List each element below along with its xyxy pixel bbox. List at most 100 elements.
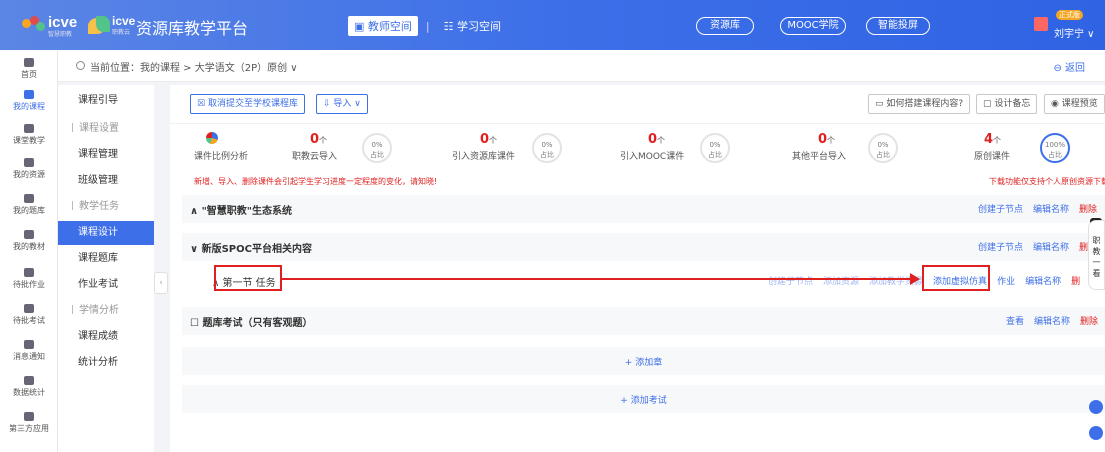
location-icon <box>76 61 85 70</box>
side-item-homework-exams[interactable]: 作业考试 <box>58 273 154 297</box>
how-to-build-button[interactable]: ▭ 如何搭建课程内容? <box>868 94 971 114</box>
nav-pending-homework[interactable]: 待批作业 <box>0 268 58 290</box>
resource-library-button[interactable]: 资源库 <box>696 17 754 35</box>
add-chapter-button[interactable]: + 添加章 <box>182 347 1105 375</box>
nav-resources[interactable]: 我的资源 <box>0 158 58 180</box>
annotation-arrow-line <box>282 278 912 280</box>
courseware-stats: 课件比例分析 0个 职教云导入 0% 占比 0个 引入资源库课件 0% 占比 0个 … <box>170 123 1105 171</box>
nav-statistics[interactable]: 数据统计 <box>0 376 58 398</box>
side-item-question-bank[interactable]: 课程题库 <box>58 247 154 271</box>
stat-ratio-ring: 0% 占比 <box>868 133 898 163</box>
stat-count: 4个 <box>984 132 1002 147</box>
side-group-course-settings: 课程设置 <box>58 117 154 141</box>
nav-messages[interactable]: 消息通知 <box>0 340 58 362</box>
stat-count: 0个 <box>818 132 836 147</box>
add-exam-button[interactable]: + 添加考试 <box>182 385 1105 413</box>
breadcrumb: 当前位置：我的课程 > 大学语文（2P）原创 ∨ ⊖ 返回 <box>58 50 1105 82</box>
side-item-course-design[interactable]: 课程设计 <box>58 221 154 245</box>
user-avatar[interactable] <box>1034 17 1048 31</box>
cloud-upload-icon[interactable] <box>1089 426 1103 440</box>
row-actions: 创建子节点 编辑名称 删除 <box>968 202 1097 215</box>
nav-classroom[interactable]: 课堂教学 <box>0 124 58 146</box>
stat-label: 引入MOOC课件 <box>620 152 685 162</box>
side-group-analytics: 学情分析 <box>58 299 154 323</box>
logo2-text: icve <box>112 14 136 28</box>
resource-icon <box>24 158 34 167</box>
side-item-class-management[interactable]: 班级管理 <box>58 169 154 193</box>
stat-count: 0个 <box>480 132 498 147</box>
course-side-nav: 课程引导 课程设置 课程管理 班级管理 教学任务 课程设计 课程题库 作业考试 … <box>58 85 154 452</box>
highlight-section-box <box>214 265 282 291</box>
create-child-node-link[interactable]: 创建子节点 <box>978 243 1023 253</box>
ratio-analysis-label[interactable]: 课件比例分析 <box>194 149 248 162</box>
delete-link[interactable]: 删 <box>1071 277 1080 287</box>
highlight-virtual-sim-box <box>922 265 990 291</box>
delete-link[interactable]: 删 <box>1079 243 1088 253</box>
question-bank-icon <box>24 194 34 203</box>
nav-pending-exams[interactable]: 待批考试 <box>0 304 58 326</box>
stat-count: 0个 <box>310 132 328 147</box>
nav-third-party-apps[interactable]: 第三方应用 <box>0 412 58 434</box>
side-item-course-management[interactable]: 课程管理 <box>58 143 154 167</box>
course-icon <box>24 90 34 99</box>
breadcrumb-text[interactable]: 当前位置：我的课程 > 大学语文（2P）原创 ∨ <box>90 59 298 74</box>
homework-icon <box>24 268 34 277</box>
chapter-row[interactable]: ∧ "智慧职教"生态系统 创建子节点 编辑名称 删除 <box>182 195 1105 223</box>
side-item-stats-analysis[interactable]: 统计分析 <box>58 351 154 375</box>
edit-name-link[interactable]: 编辑名称 <box>1033 205 1069 215</box>
side-item-grades[interactable]: 课程成绩 <box>58 325 154 349</box>
edit-name-link[interactable]: 编辑名称 <box>1033 243 1069 253</box>
stat-label: 原创课件 <box>974 152 1011 162</box>
classroom-icon <box>24 124 34 133</box>
design-notes-button[interactable]: ▢ 设计备忘 <box>976 94 1038 114</box>
tab-teacher-space[interactable]: ▣ 教师空间 <box>348 16 418 36</box>
nav-question-bank[interactable]: 我的题库 <box>0 194 58 216</box>
tab-study-space[interactable]: ☷ 学习空间 <box>438 16 507 36</box>
exam-row[interactable]: ☐ 题库考试（只有客观题） 查看 编辑名称 删除 <box>182 307 1105 335</box>
view-link[interactable]: 查看 <box>1006 317 1024 327</box>
textbook-icon <box>24 230 34 239</box>
back-link[interactable]: ⊖ 返回 <box>1053 59 1085 74</box>
edit-name-link[interactable]: 编辑名称 <box>1034 317 1070 327</box>
annotation-arrow-head <box>910 273 920 285</box>
chapter-title[interactable]: ∧ "智慧职教"生态系统 <box>190 202 292 217</box>
delete-link[interactable]: 删除 <box>1079 205 1097 215</box>
course-preview-button[interactable]: ◉ 课程预览 <box>1044 94 1105 114</box>
add-exam-label: + 添加考试 <box>620 396 667 406</box>
headset-icon[interactable] <box>1089 400 1103 414</box>
import-button[interactable]: ⇩ 导入 ∨ <box>316 94 368 114</box>
icve-logo[interactable]: icve 智慧职教 <box>22 14 82 38</box>
nav-my-courses[interactable]: 我的课程 <box>0 90 58 112</box>
cancel-submit-button[interactable]: ☒ 取消提交至学校课程库 <box>190 94 305 114</box>
left-nav: 首页 我的课程 课堂教学 我的资源 我的题库 我的教材 待批作业 待批考试 消息… <box>0 50 58 452</box>
exam-title[interactable]: ☐ 题库考试（只有客观题） <box>190 314 312 329</box>
mooc-button[interactable]: MOOC学院 <box>780 17 846 35</box>
zjy-logo[interactable]: icve 职教云 <box>88 14 135 36</box>
stat-ratio-ring: 100% 占比 <box>1040 133 1070 163</box>
side-group-teaching-tasks: 教学任务 <box>58 195 154 219</box>
edit-name-link[interactable]: 编辑名称 <box>1025 277 1061 287</box>
collapse-sidebar-button[interactable]: ‹ <box>154 272 168 294</box>
homework-link[interactable]: 作业 <box>997 277 1015 287</box>
side-item-course-guide[interactable]: 课程引导 <box>58 89 154 113</box>
chapter-row[interactable]: ∨ 新版SPOC平台相关内容 创建子节点 编辑名称删 <box>182 233 1105 261</box>
row-actions: 查看 编辑名称 删除 <box>996 314 1098 327</box>
nav-home[interactable]: 首页 <box>0 58 58 80</box>
stat-ratio-ring: 0% 占比 <box>362 133 392 163</box>
pie-chart-icon <box>206 132 218 144</box>
nav-textbooks[interactable]: 我的教材 <box>0 230 58 252</box>
apps-icon <box>24 412 34 421</box>
stat-ratio-ring: 0% 占比 <box>700 133 730 163</box>
top-bar: icve 智慧职教 icve 职教云 资源库教学平台 ▣ 教师空间 | ☷ 学习… <box>0 0 1105 50</box>
delete-link[interactable]: 删除 <box>1080 317 1098 327</box>
stat-label: 职教云导入 <box>292 152 338 162</box>
create-child-node-link[interactable]: 创建子节点 <box>978 205 1023 215</box>
message-icon <box>24 340 34 349</box>
warning-notice: 新增、导入、删除课件会引起学生学习进度一定程度的变化，请知晓! <box>194 177 438 186</box>
smart-cast-button[interactable]: 智能投屏 <box>866 17 930 35</box>
chapter-title[interactable]: ∨ 新版SPOC平台相关内容 <box>190 240 312 255</box>
logo2-subtext: 职教云 <box>112 29 131 36</box>
stat-label: 引入资源库课件 <box>452 152 516 162</box>
user-name[interactable]: 刘宇宁 ∨ <box>1054 25 1095 40</box>
float-side-panel[interactable]: 职教一看 <box>1088 220 1105 290</box>
